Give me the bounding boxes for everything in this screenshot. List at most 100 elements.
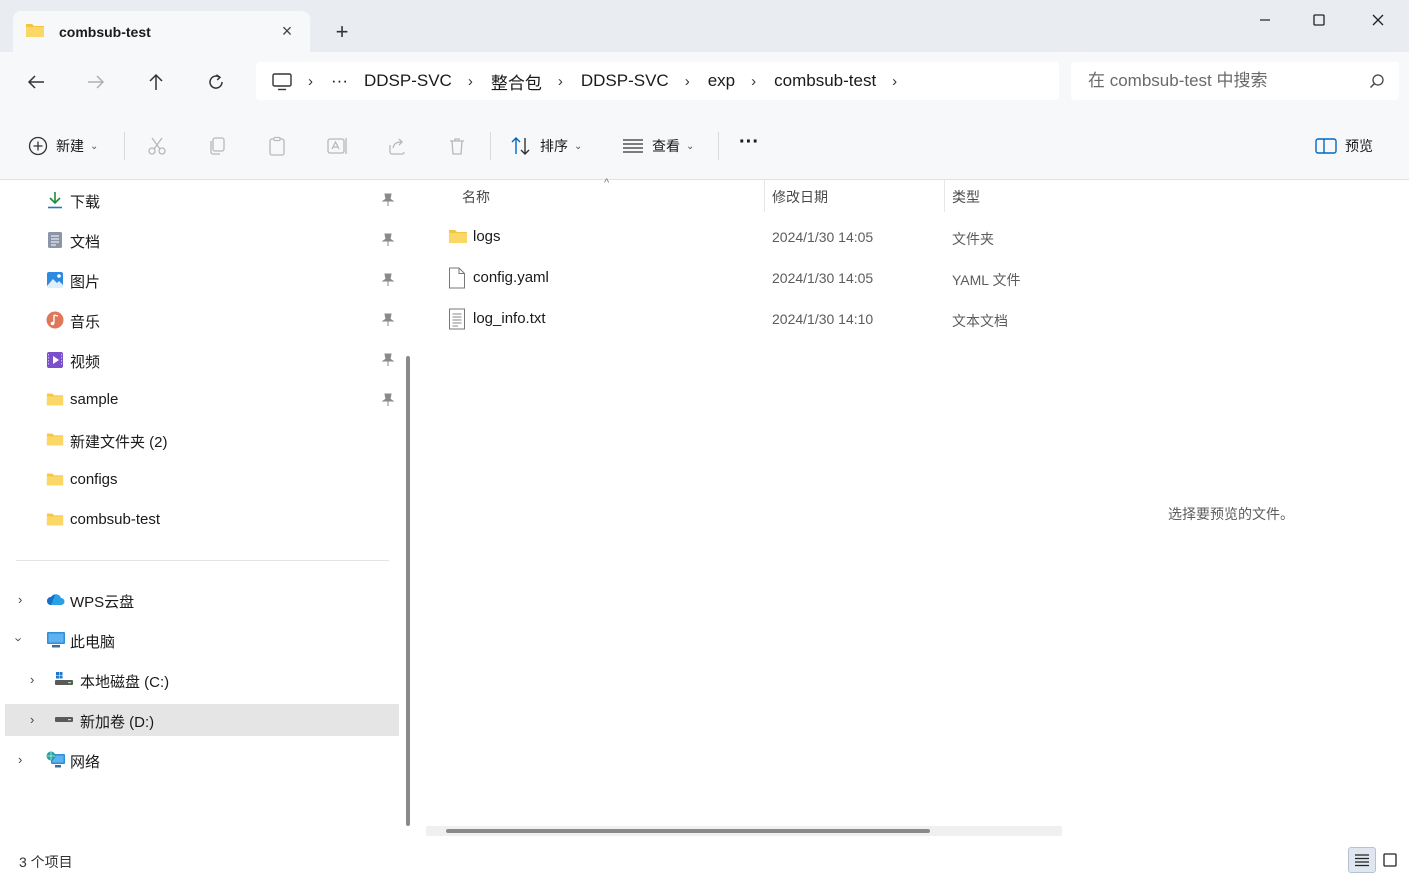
large-icons-view-button[interactable] [1376, 847, 1404, 873]
sort-button[interactable]: 排序 ⌄ [510, 134, 582, 158]
sidebar-item-videos[interactable]: 视频 [0, 344, 398, 376]
drive-c-icon [54, 671, 73, 689]
more-options-button[interactable]: ··· [739, 130, 759, 154]
chevron-right-icon[interactable]: › [892, 73, 897, 90]
view-icon [623, 139, 643, 153]
paste-button[interactable] [267, 134, 287, 158]
address-bar[interactable]: › ··· DDSP-SVC › 整合包 › DDSP-SVC › exp › … [256, 62, 1059, 100]
new-button[interactable]: 新建 ⌄ [28, 134, 98, 158]
plus-circle-icon [28, 136, 48, 156]
title-bar: combsub-test × + [0, 0, 1409, 52]
sidebar-item-combsub-test[interactable]: combsub-test [0, 504, 398, 536]
sidebar-item-label: 视频 [70, 354, 101, 371]
delete-button[interactable] [447, 134, 467, 158]
pin-icon[interactable] [381, 393, 395, 411]
table-row[interactable]: logs 2024/1/30 14:05 文件夹 [440, 220, 1060, 256]
sidebar-scrollbar[interactable] [406, 356, 410, 826]
sidebar-item-new-volume-d[interactable]: › 新加卷 (D:) [5, 704, 399, 736]
chevron-right-icon[interactable]: › [18, 752, 22, 767]
pin-icon[interactable] [381, 193, 395, 211]
sidebar-item-this-pc[interactable]: › 此电脑 [0, 624, 398, 656]
file-type: 文件夹 [952, 231, 994, 247]
view-button[interactable]: 查看 ⌄ [622, 134, 694, 158]
column-divider[interactable] [764, 180, 765, 212]
chevron-right-icon[interactable]: › [30, 672, 34, 687]
column-header-date[interactable]: 修改日期 [772, 187, 828, 207]
chevron-right-icon[interactable]: › [18, 592, 22, 607]
sidebar-item-label: 网络 [70, 754, 101, 771]
sidebar-item-pictures[interactable]: 图片 [0, 264, 398, 296]
share-icon [389, 138, 405, 155]
minimize-icon[interactable] [1242, 8, 1288, 32]
copy-button[interactable] [207, 134, 227, 158]
search-icon[interactable] [1369, 73, 1385, 92]
sidebar-item-label: configs [70, 471, 118, 488]
sidebar-item-new-folder-2[interactable]: 新建文件夹 (2) [0, 424, 398, 456]
breadcrumb-item-exp[interactable]: exp [708, 71, 735, 91]
sidebar-item-label: sample [70, 391, 119, 408]
chevron-down-icon[interactable]: › [12, 637, 27, 641]
sidebar-item-downloads[interactable]: 下载 [0, 184, 398, 216]
column-header-name[interactable]: 名称 [462, 187, 490, 207]
pin-icon[interactable] [381, 233, 395, 251]
preview-pane-icon [1315, 138, 1337, 154]
chevron-right-icon: › [751, 72, 757, 90]
column-divider[interactable] [944, 180, 945, 212]
sidebar-item-label: 文档 [70, 234, 101, 251]
sidebar-item-music[interactable]: 音乐 [0, 304, 398, 336]
toolbar-divider [124, 132, 125, 160]
breadcrumb-item-ddsp-svc-2[interactable]: DDSP-SVC [581, 71, 669, 91]
breadcrumb-ellipsis[interactable]: ··· [331, 71, 348, 91]
column-header-type[interactable]: 类型 [952, 187, 980, 207]
sidebar-item-configs[interactable]: configs [0, 464, 398, 496]
sort-ascending-icon: ^ [604, 177, 610, 189]
network-icon [46, 751, 65, 769]
up-button[interactable] [140, 66, 172, 98]
share-button[interactable] [387, 134, 407, 158]
chevron-right-icon[interactable]: › [30, 712, 34, 727]
breadcrumb-item-package[interactable]: 整合包 [491, 69, 542, 94]
pin-icon[interactable] [381, 273, 395, 291]
file-type: YAML 文件 [952, 272, 1021, 288]
tab-combsub-test[interactable]: combsub-test × [13, 11, 310, 52]
maximize-icon[interactable] [1296, 8, 1342, 32]
forward-button[interactable] [80, 66, 112, 98]
close-icon[interactable]: × [278, 22, 296, 40]
file-type: 文本文档 [952, 313, 1008, 329]
preview-pane-button[interactable]: 预览 [1315, 134, 1373, 158]
plus-icon[interactable]: + [330, 20, 354, 44]
toolbar-divider [718, 132, 719, 160]
search-input[interactable] [1088, 71, 1358, 91]
sort-icon [511, 137, 530, 155]
breadcrumb-item-combsub-test[interactable]: combsub-test [774, 71, 876, 91]
search-box[interactable] [1071, 62, 1399, 100]
sidebar-item-label: WPS云盘 [70, 594, 135, 611]
breadcrumb-item-ddsp-svc-1[interactable]: DDSP-SVC [364, 71, 452, 91]
table-row[interactable]: config.yaml 2024/1/30 14:05 YAML 文件 [440, 261, 1060, 297]
sidebar-item-sample[interactable]: sample [0, 384, 398, 416]
folder-icon [46, 431, 64, 449]
rename-button[interactable] [327, 134, 349, 158]
sidebar-item-network[interactable]: › 网络 [0, 744, 398, 776]
sidebar-item-wps-cloud[interactable]: › WPS云盘 [0, 584, 398, 616]
sidebar-item-documents[interactable]: 文档 [0, 224, 398, 256]
paste-icon [269, 136, 285, 156]
sidebar-item-label: 下载 [70, 194, 101, 211]
folder-icon [25, 22, 45, 41]
close-window-icon[interactable] [1355, 8, 1401, 32]
details-view-button[interactable] [1348, 847, 1376, 873]
cut-button[interactable] [147, 134, 167, 158]
pin-icon[interactable] [381, 353, 395, 371]
sidebar-item-local-disk-c[interactable]: › 本地磁盘 (C:) [0, 664, 398, 696]
delete-icon [450, 138, 464, 155]
refresh-button[interactable] [200, 66, 232, 98]
table-row[interactable]: log_info.txt 2024/1/30 14:10 文本文档 [440, 302, 1060, 338]
pin-icon[interactable] [381, 313, 395, 331]
chevron-down-icon: ⌄ [686, 140, 695, 152]
this-pc-icon[interactable] [272, 71, 292, 91]
scrollbar-thumb[interactable] [446, 829, 930, 833]
chevron-down-icon: ⌄ [574, 140, 583, 152]
command-bar: 新建 ⌄ 排序 ⌄ 查看 ⌄ ··· 预览 [0, 112, 1409, 180]
back-button[interactable] [20, 66, 52, 98]
horizontal-scrollbar[interactable] [426, 826, 1062, 836]
